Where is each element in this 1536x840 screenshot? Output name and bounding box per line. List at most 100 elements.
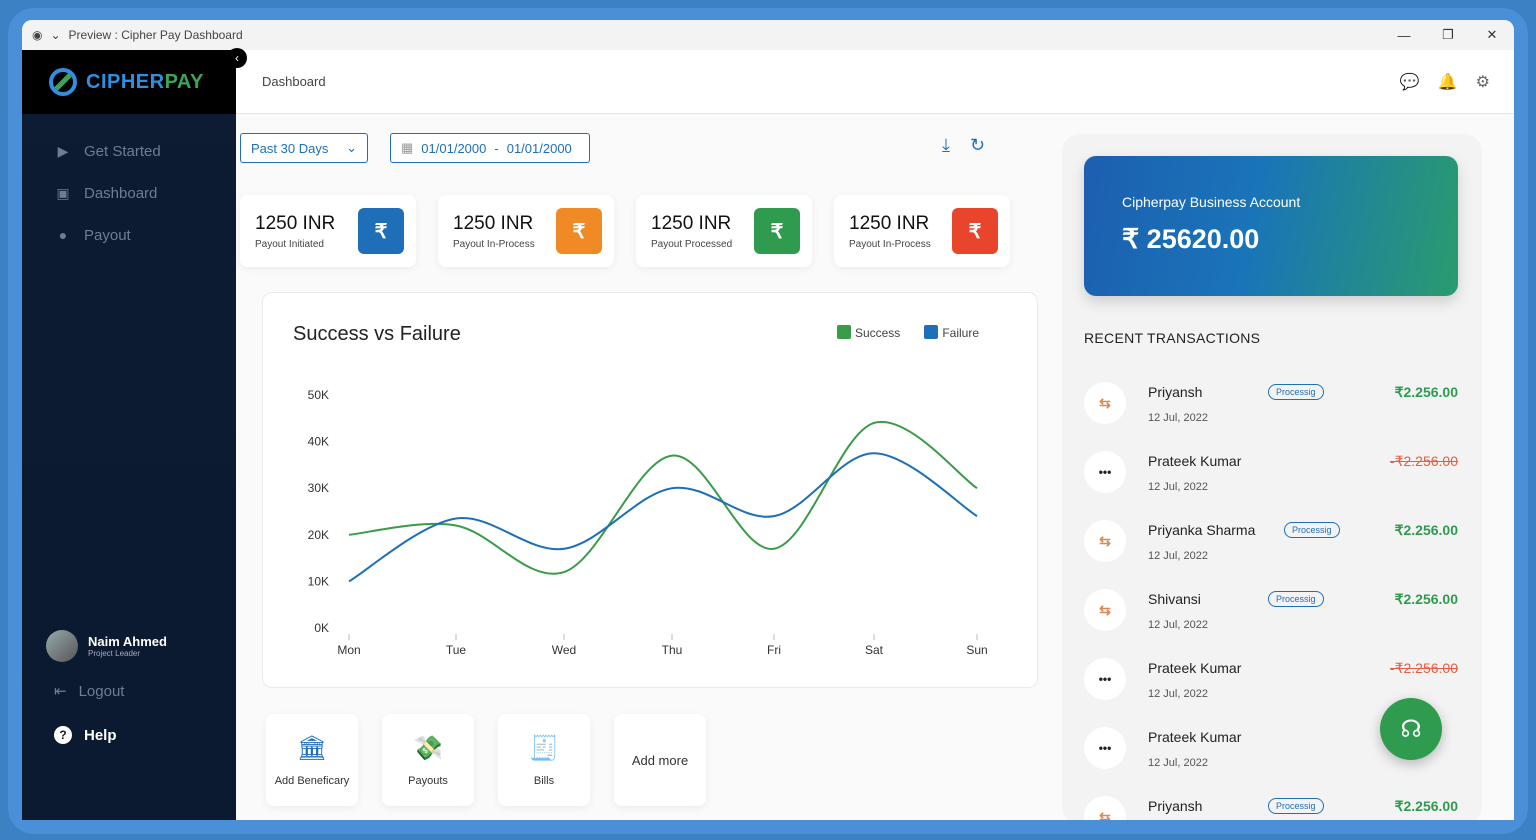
- add-beneficiary-button[interactable]: 🏛 Add Beneficary: [266, 714, 358, 806]
- transaction-name: Priyanka Sharma: [1148, 522, 1256, 538]
- y-tick-label: 20K: [308, 528, 329, 542]
- sidebar-item-label: Get Started: [84, 142, 161, 160]
- chart-title: Success vs Failure: [293, 323, 461, 345]
- more-icon: •••: [1084, 451, 1126, 493]
- transaction-amount: ₹2.256.00: [1394, 522, 1458, 538]
- stat-card[interactable]: 1250 INR Payout Initiated ₹: [240, 195, 416, 267]
- stat-amount: 1250 INR: [651, 212, 732, 234]
- payouts-button[interactable]: 💸 Payouts: [382, 714, 474, 806]
- logout-label: Logout: [78, 682, 125, 700]
- date-from: 01/01/2000: [421, 140, 487, 156]
- close-button[interactable]: ✕: [1470, 20, 1514, 50]
- bill-icon: 🧾: [529, 734, 559, 762]
- calendar-icon: ▦: [401, 140, 414, 155]
- maximize-button[interactable]: ❐: [1426, 20, 1470, 50]
- top-bar: Dashboard 💬 🔔 ⚙: [236, 50, 1514, 114]
- quick-action-label: Add more: [631, 752, 689, 768]
- x-tick-label: Sat: [865, 643, 884, 657]
- logout-button[interactable]: ⇤ Logout: [54, 682, 125, 701]
- headset-icon: ☊: [1400, 715, 1422, 743]
- sidebar-item-dashboard[interactable]: ▣ Dashboard: [22, 172, 236, 214]
- sidebar-item-get-started[interactable]: ▶ Get Started: [22, 130, 236, 172]
- stat-label: Payout Initiated: [255, 238, 324, 250]
- period-value: Past 30 Days: [251, 140, 329, 156]
- bills-button[interactable]: 🧾 Bills: [498, 714, 590, 806]
- window-title: Preview : Cipher Pay Dashboard: [68, 28, 243, 42]
- transaction-row[interactable]: ⇆ Priyansh Processig ₹2.256.00: [1084, 784, 1464, 820]
- rupee-icon: ₹: [952, 208, 998, 254]
- transaction-row[interactable]: ••• Prateek Kumar 12 Jul, 2022 -₹2.256.00: [1084, 439, 1464, 508]
- status-badge: Processig: [1268, 384, 1324, 400]
- transfer-icon: ⇆: [1084, 520, 1126, 562]
- refresh-icon[interactable]: ↻: [970, 135, 985, 156]
- date-range-picker[interactable]: ▦ 01/01/2000 - 01/01/2000: [390, 133, 590, 163]
- stat-card[interactable]: 1250 INR Payout In-Process ₹: [438, 195, 614, 267]
- transaction-name: Priyansh: [1148, 384, 1203, 400]
- x-tick-label: Mon: [337, 643, 360, 657]
- date-to: 01/01/2000: [506, 140, 572, 156]
- y-tick-label: 40K: [308, 435, 329, 449]
- transfer-icon: ⇆: [1084, 796, 1126, 820]
- account-name: Cipherpay Business Account: [1122, 194, 1301, 210]
- play-icon: ▶: [57, 142, 69, 159]
- series-line-failure: [348, 452, 978, 583]
- collapse-sidebar-button[interactable]: ‹: [227, 48, 247, 68]
- quick-actions: 🏛 Add Beneficary 💸 Payouts 🧾 Bills Add m…: [266, 714, 706, 806]
- breadcrumb: Dashboard: [262, 74, 326, 89]
- minimize-button[interactable]: —: [1382, 20, 1426, 50]
- download-icon[interactable]: ⤓: [942, 135, 950, 156]
- title-bar: ◉ ⌄ Preview : Cipher Pay Dashboard — ❐ ✕: [22, 20, 1514, 50]
- stat-label: Payout Processed: [651, 238, 733, 250]
- add-more-button[interactable]: Add more: [614, 714, 706, 806]
- chart-canvas: 0K 10K 20K 30K 40K 50K Mon Tue Wed Thu Fri Sat Sun: [308, 388, 988, 657]
- transaction-name: Shivansi: [1148, 591, 1201, 607]
- transaction-row[interactable]: ⇆ Shivansi 12 Jul, 2022 Processig ₹2.256.00: [1084, 577, 1464, 646]
- account-card[interactable]: Cipherpay Business Account ₹ 25620.00: [1084, 156, 1458, 296]
- sidebar-item-payout[interactable]: ● Payout: [22, 214, 236, 256]
- rupee-icon: ₹: [556, 208, 602, 254]
- transaction-row[interactable]: ⇆ Priyansh 12 Jul, 2022 Processig ₹2.256.00: [1084, 370, 1464, 439]
- app-window: ◉ ⌄ Preview : Cipher Pay Dashboard — ❐ ✕…: [22, 20, 1514, 820]
- help-button[interactable]: ? Help: [54, 726, 117, 744]
- support-fab[interactable]: ☊: [1380, 698, 1442, 760]
- chevron-down-icon: ⌄: [346, 140, 357, 155]
- transaction-row[interactable]: ⇆ Priyanka Sharma 12 Jul, 2022 Processig ₹2.…: [1084, 508, 1464, 577]
- x-tick-label: Sun: [966, 643, 987, 657]
- rupee-icon: ₹: [358, 208, 404, 254]
- logo-icon: [49, 68, 77, 96]
- stat-amount: 1250 INR: [255, 212, 336, 234]
- stat-amount: 1250 INR: [849, 212, 930, 234]
- gear-icon[interactable]: ⚙: [1476, 72, 1490, 92]
- transaction-amount: ₹2.256.00: [1394, 591, 1458, 607]
- y-tick-label: 30K: [308, 481, 329, 495]
- date-separator: -: [494, 140, 499, 156]
- transaction-name: Prateek Kumar: [1148, 453, 1242, 469]
- stat-card[interactable]: 1250 INR Payout Processed ₹: [636, 195, 812, 267]
- legend-success[interactable]: Success: [836, 325, 900, 340]
- legend-failure[interactable]: Failure: [924, 325, 979, 340]
- x-tick-label: Thu: [662, 643, 683, 657]
- chat-icon[interactable]: 💬: [1400, 72, 1420, 92]
- chevron-down-icon[interactable]: ⌄: [50, 28, 60, 42]
- bell-icon[interactable]: 🔔: [1438, 72, 1458, 92]
- brand-part1: CIPHER: [86, 70, 165, 93]
- y-tick-label: 50K: [308, 388, 329, 402]
- transaction-name: Prateek Kumar: [1148, 729, 1242, 745]
- transaction-amount: -₹2.256.00: [1389, 453, 1458, 469]
- logo: CIPHERPAY: [22, 50, 236, 114]
- stat-card[interactable]: 1250 INR Payout In-Process ₹: [834, 195, 1010, 267]
- period-select[interactable]: Past 30 Days ⌄: [240, 133, 368, 163]
- help-icon: ?: [54, 726, 72, 744]
- stat-label: Payout In-Process: [849, 238, 931, 250]
- chart-actions: ⤓ ↻: [942, 135, 985, 156]
- bank-icon: 🏛: [296, 734, 328, 762]
- transaction-date: 12 Jul, 2022: [1148, 550, 1208, 562]
- sidebar-item-label: Dashboard: [84, 184, 158, 202]
- series-line-success: [348, 420, 978, 575]
- account-balance: ₹ 25620.00: [1122, 224, 1260, 254]
- user-profile[interactable]: Naim Ahmed Project Leader: [46, 630, 167, 662]
- hand-coin-icon: 💸: [413, 734, 443, 762]
- y-tick-label: 0K: [314, 621, 329, 635]
- transaction-name: Priyansh: [1148, 798, 1203, 814]
- app-icon: ◉: [32, 28, 43, 42]
